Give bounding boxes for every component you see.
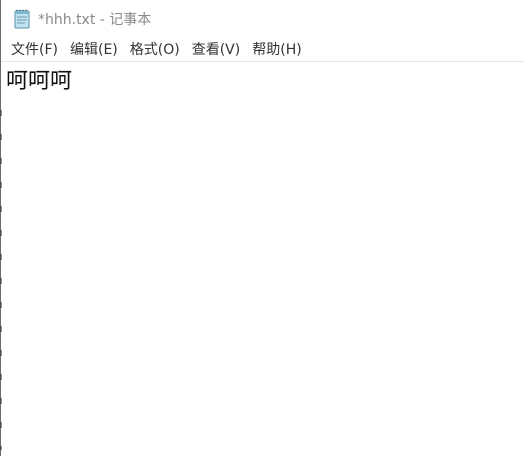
menu-help[interactable]: 帮助(H) xyxy=(246,38,307,62)
text-editor-area[interactable]: 呵呵呵 xyxy=(1,63,524,456)
notepad-icon xyxy=(14,9,30,29)
window-edge-shadow xyxy=(0,110,2,450)
title-bar[interactable]: *hhh.txt - 记事本 xyxy=(1,0,524,38)
notepad-window: *hhh.txt - 记事本 文件(F) 编辑(E) 格式(O) 查看(V) 帮… xyxy=(0,0,524,456)
menu-file[interactable]: 文件(F) xyxy=(5,38,64,62)
menu-view[interactable]: 查看(V) xyxy=(186,38,247,62)
editor-text: 呵呵呵 xyxy=(6,69,73,94)
window-title: *hhh.txt - 记事本 xyxy=(38,12,152,28)
menu-edit[interactable]: 编辑(E) xyxy=(64,38,124,62)
menu-format[interactable]: 格式(O) xyxy=(124,38,186,62)
menu-bar: 文件(F) 编辑(E) 格式(O) 查看(V) 帮助(H) xyxy=(1,38,524,62)
